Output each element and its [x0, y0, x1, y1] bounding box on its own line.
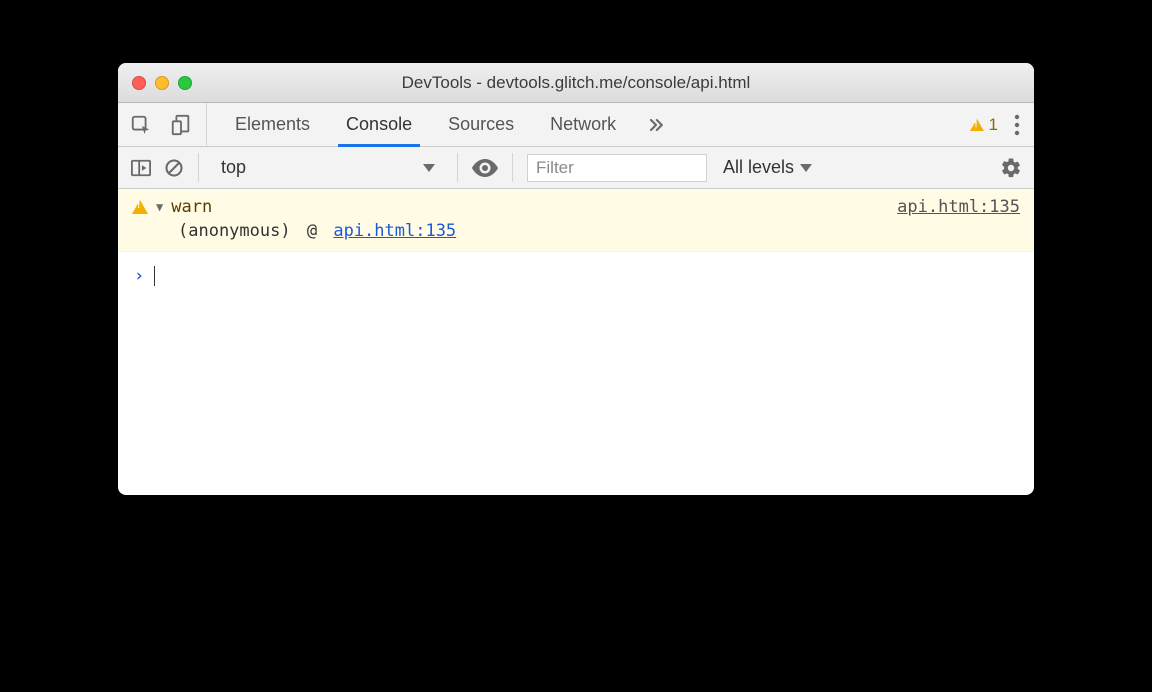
console-toolbar: top All levels	[118, 147, 1034, 189]
zoom-window-button[interactable]	[178, 76, 192, 90]
separator	[512, 153, 513, 182]
close-window-button[interactable]	[132, 76, 146, 90]
console-message-source-link[interactable]: api.html:135	[897, 197, 1020, 217]
stack-frame-at: @	[301, 221, 323, 241]
window-titlebar: DevTools - devtools.glitch.me/console/ap…	[118, 63, 1034, 103]
devtools-window: DevTools - devtools.glitch.me/console/ap…	[118, 63, 1034, 495]
console-prompt[interactable]: ›	[118, 252, 1034, 286]
prompt-chevron-icon: ›	[134, 266, 144, 286]
console-settings-gear-icon[interactable]	[1000, 157, 1022, 179]
tab-overflow-button[interactable]	[634, 103, 678, 146]
console-message-warning[interactable]: ▼ warn api.html:135 (anonymous) @ api.ht…	[118, 189, 1034, 252]
tab-elements[interactable]: Elements	[217, 103, 328, 146]
minimize-window-button[interactable]	[155, 76, 169, 90]
log-levels-select[interactable]: All levels	[719, 157, 816, 178]
tab-network[interactable]: Network	[532, 103, 634, 146]
warning-triangle-icon	[970, 119, 984, 131]
console-filter-input[interactable]	[527, 154, 707, 182]
kebab-menu-icon[interactable]	[1014, 114, 1020, 136]
warnings-badge[interactable]: 1	[970, 115, 998, 135]
window-title: DevTools - devtools.glitch.me/console/ap…	[118, 73, 1034, 93]
tab-console[interactable]: Console	[328, 103, 430, 146]
warning-triangle-icon	[132, 200, 148, 214]
expand-toggle-icon[interactable]: ▼	[156, 200, 163, 214]
stack-frame-function: (anonymous)	[178, 221, 291, 241]
separator	[457, 153, 458, 182]
execution-context-value: top	[221, 157, 246, 178]
devtools-tabbar: Elements Console Sources Network 1	[118, 103, 1034, 147]
log-levels-value: All levels	[723, 157, 794, 178]
chevron-double-right-icon	[646, 115, 666, 135]
text-caret	[154, 266, 155, 286]
device-toolbar-icon[interactable]	[170, 114, 192, 136]
console-sidebar-toggle-icon[interactable]	[130, 158, 152, 178]
live-expression-eye-icon[interactable]	[472, 159, 498, 177]
inspect-element-icon[interactable]	[130, 114, 152, 136]
warnings-count: 1	[989, 115, 998, 135]
triangle-down-icon	[423, 164, 435, 172]
execution-context-select[interactable]: top	[213, 154, 443, 182]
stack-frame-location-link[interactable]: api.html:135	[333, 221, 456, 241]
tab-sources[interactable]: Sources	[430, 103, 532, 146]
separator	[198, 153, 199, 182]
console-message-text: warn	[171, 197, 212, 217]
traffic-lights	[132, 76, 192, 90]
triangle-down-icon	[800, 164, 812, 172]
clear-console-icon[interactable]	[164, 158, 184, 178]
